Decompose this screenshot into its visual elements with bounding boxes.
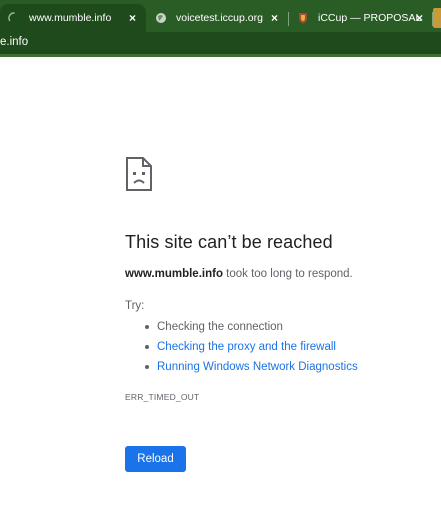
globe-icon (156, 13, 166, 23)
error-host: www.mumble.info (125, 268, 223, 280)
close-tab-icon[interactable]: × (129, 10, 136, 26)
address-bar-url[interactable]: e.info (0, 36, 28, 48)
reload-button[interactable]: Reload (125, 446, 186, 472)
error-message: www.mumble.info took too long to respond… (125, 268, 353, 280)
error-heading: This site can’t be reached (125, 232, 333, 252)
tab-title: iCCup — PROPOSAL (318, 12, 422, 24)
error-message-text: took too long to respond. (222, 268, 353, 280)
suggestion-network-diagnostics-link[interactable]: Running Windows Network Diagnostics (125, 358, 358, 378)
loading-spinner-icon (8, 12, 15, 22)
tab-strip: www.mumble.info × voicetest.iccup.org × … (0, 0, 441, 32)
iccup-shield-icon (299, 13, 307, 24)
address-bar-area[interactable]: e.info (0, 32, 441, 54)
suggestion-check-proxy-link[interactable]: Checking the proxy and the firewall (125, 338, 358, 358)
toolbar-divider (0, 54, 441, 57)
close-tab-icon[interactable]: × (271, 10, 278, 26)
close-tab-icon[interactable]: × (416, 10, 423, 26)
tab-mumble[interactable]: www.mumble.info × (0, 4, 146, 32)
partial-tab-favicon[interactable] (433, 8, 441, 28)
suggestion-check-connection: Checking the connection (125, 318, 358, 338)
tab-title: www.mumble.info (29, 12, 112, 24)
error-code: ERR_TIMED_OUT (125, 392, 200, 402)
suggestion-list: Checking the connection Checking the pro… (125, 318, 358, 378)
sad-document-icon (126, 157, 152, 191)
tab-iccup[interactable]: iCCup — PROPOSAL × (289, 4, 433, 32)
tab-title: voicetest.iccup.org (176, 12, 263, 24)
try-label: Try: (125, 300, 145, 312)
tab-voicetest[interactable]: voicetest.iccup.org × (146, 4, 288, 32)
